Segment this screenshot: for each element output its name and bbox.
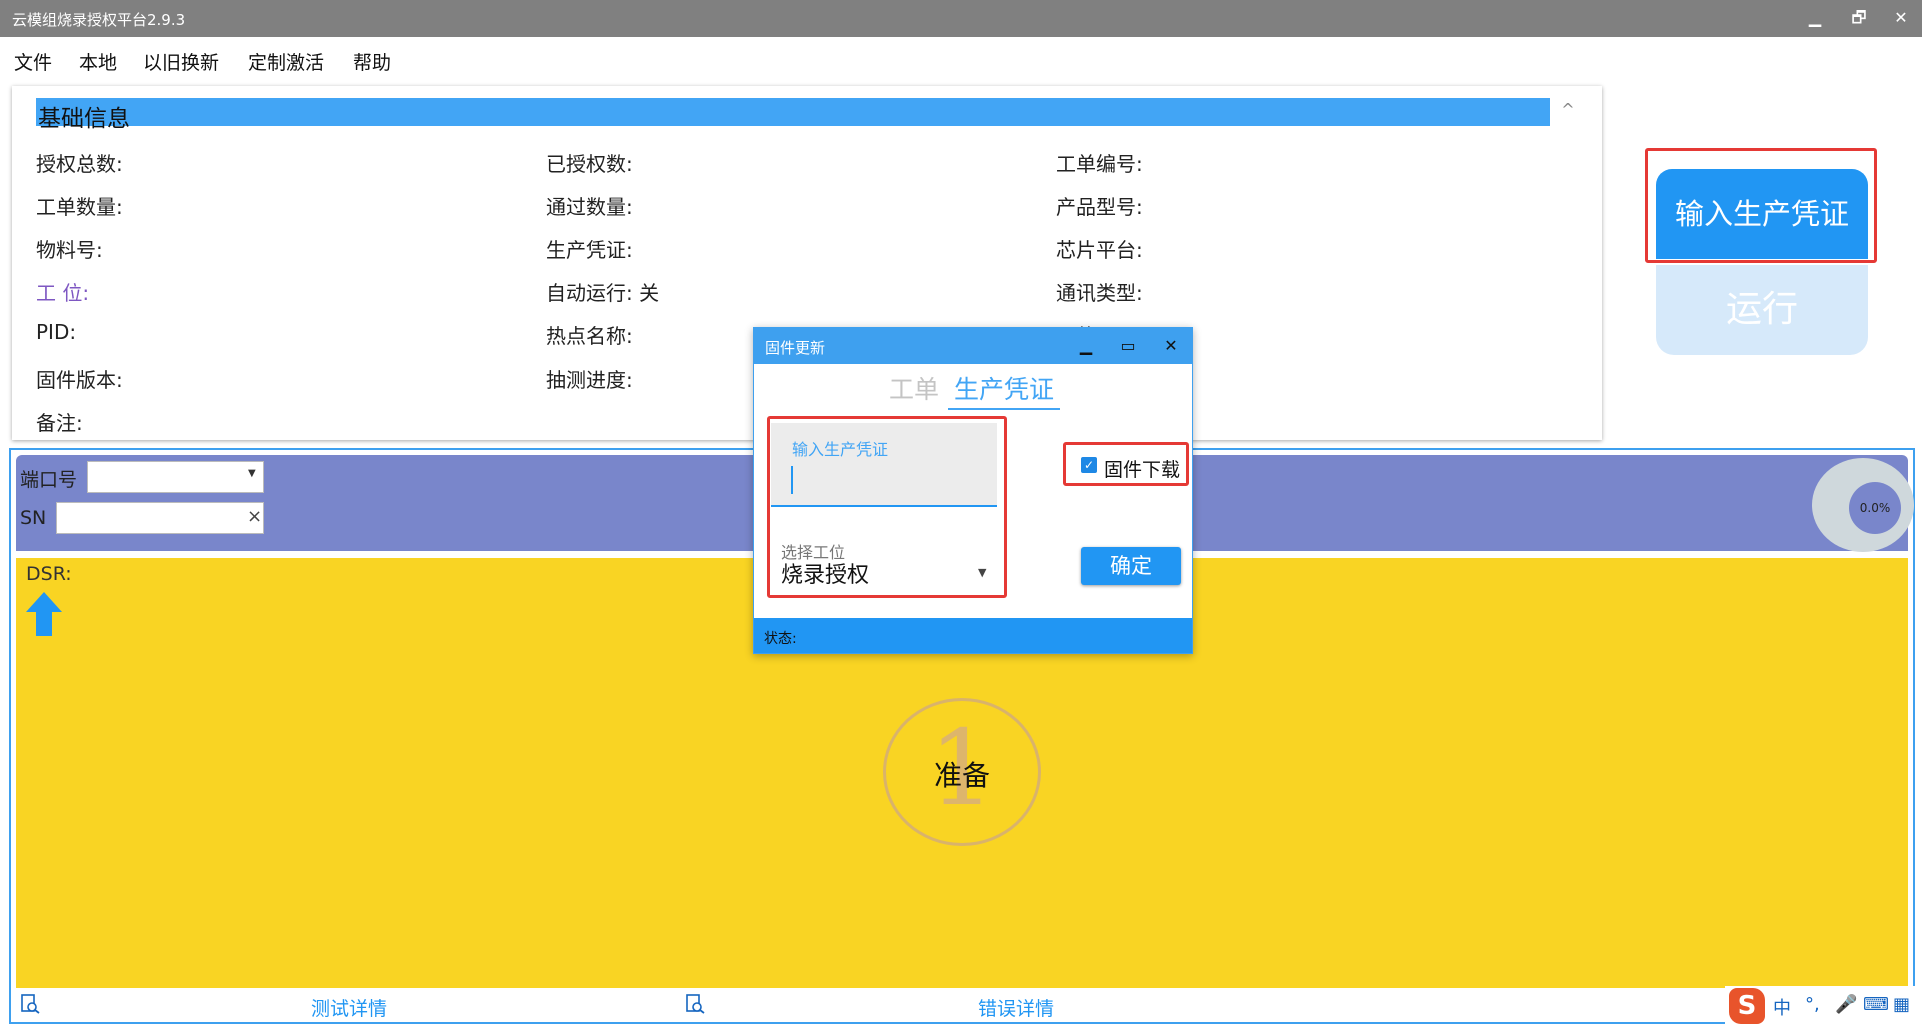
menu-local[interactable]: 本地 (79, 48, 117, 75)
dsr-label: DSR: (26, 563, 72, 585)
credential-input[interactable]: 输入生产凭证 (771, 423, 997, 507)
field-comm-type: 通讯类型: (1056, 281, 1143, 305)
menu-trade-in[interactable]: 以旧换新 (143, 48, 219, 75)
menu-help[interactable]: 帮助 (353, 48, 391, 75)
title-bar: 云模组烧录授权平台2.9.3 ▁ 🗗 ✕ (0, 0, 1922, 37)
credential-input-label: 输入生产凭证 (792, 440, 889, 459)
dropdown-arrow-icon: ▼ (248, 468, 256, 479)
document-search-icon[interactable] (685, 994, 705, 1014)
error-details-link[interactable]: 错误详情 (978, 994, 1054, 1021)
dropdown-arrow-icon: ▼ (978, 566, 987, 579)
sogou-logo-icon[interactable]: S (1729, 988, 1765, 1024)
dialog-title: 固件更新 (765, 339, 826, 357)
tab-work-order[interactable]: 工单 (889, 370, 939, 406)
field-order-number: 工单编号: (1056, 152, 1143, 176)
basic-info-title: 基础信息 (38, 106, 130, 132)
dialog-status-text: 状态: (764, 631, 797, 647)
keyboard-icon[interactable]: ⌨ (1863, 994, 1889, 1015)
dialog-title-bar: 固件更新 ▁ ▭ ✕ (754, 328, 1192, 364)
restore-button[interactable]: 🗗 (1844, 6, 1874, 30)
ime-punctuation-toggle[interactable]: °, (1805, 994, 1820, 1015)
field-station: 工 位: (36, 281, 90, 305)
field-order-qty: 工单数量: (36, 195, 123, 219)
step-label: 准备 (933, 759, 990, 792)
field-pass-count: 通过数量: (546, 195, 633, 219)
microphone-icon[interactable]: 🎤 (1835, 994, 1857, 1015)
run-button[interactable]: 运行 (1656, 265, 1868, 355)
ime-language-toggle[interactable]: 中 (1773, 994, 1791, 1020)
field-auto-run: 自动运行: 关 (546, 281, 660, 305)
text-caret (791, 466, 793, 494)
clear-icon[interactable]: × (247, 506, 262, 527)
progress-percent: 0.0% (1849, 482, 1901, 534)
close-button[interactable]: ✕ (1886, 6, 1916, 30)
document-search-icon[interactable] (20, 994, 40, 1014)
field-authorized-count: 已授权数: (546, 152, 633, 176)
step-indicator: 1 准备 (883, 698, 1041, 846)
test-details-link[interactable]: 测试详情 (311, 994, 387, 1021)
port-label: 端口号 (20, 469, 78, 491)
field-chip-platform: 芯片平台: (1056, 238, 1143, 262)
field-sampling-progress: 抽测进度: (546, 368, 633, 392)
field-firmware-version: 固件版本: (36, 368, 123, 392)
dialog-close-button[interactable]: ✕ (1157, 334, 1185, 358)
dialog-minimize-button[interactable]: ▁ (1072, 334, 1100, 358)
grid-menu-icon[interactable]: ▦ (1893, 994, 1910, 1015)
confirm-button[interactable]: 确定 (1081, 547, 1181, 585)
sn-label: SN (20, 507, 47, 529)
sn-input[interactable]: × (56, 502, 264, 534)
field-hotspot-name: 热点名称: (546, 324, 633, 348)
menu-file[interactable]: 文件 (14, 48, 52, 75)
field-production-credential: 生产凭证: (546, 238, 633, 262)
dialog-maximize-button[interactable]: ▭ (1114, 334, 1142, 358)
field-material-no: 物料号: (36, 238, 103, 262)
firmware-download-checkbox[interactable]: ✓ (1081, 457, 1097, 473)
ime-toolbar: S 中 °, 🎤 ⌨ ▦ (1725, 986, 1922, 1029)
station-value: 烧录授权 (781, 563, 870, 588)
firmware-update-dialog: 固件更新 ▁ ▭ ✕ 工单 生产凭证 输入生产凭证 选择工位 烧录授权 ▼ ✓ … (753, 327, 1193, 654)
dialog-status-bar: 状态: (754, 618, 1192, 653)
window-title: 云模组烧录授权平台2.9.3 (12, 11, 186, 29)
station-select[interactable]: 选择工位 烧录授权 ▼ (771, 529, 997, 588)
field-pid: PID: (36, 320, 77, 344)
collapse-chevron-icon[interactable]: ^ (1557, 100, 1579, 122)
field-auth-total: 授权总数: (36, 152, 123, 176)
menu-custom-activate[interactable]: 定制激活 (248, 48, 324, 75)
up-arrow-icon (26, 592, 62, 636)
input-credential-button[interactable]: 输入生产凭证 (1656, 169, 1868, 259)
port-select[interactable]: ▼ (87, 461, 264, 493)
menu-bar: 文件 本地 以旧换新 定制激活 帮助 (0, 37, 1922, 81)
field-product-model: 产品型号: (1056, 195, 1143, 219)
minimize-button[interactable]: ▁ (1800, 6, 1830, 30)
bottom-bar: 测试详情 错误详情 (16, 988, 1908, 1022)
tab-production-credential[interactable]: 生产凭证 (948, 370, 1061, 410)
basic-info-header: 基础信息 (36, 98, 1550, 132)
firmware-download-label: 固件下载 (1104, 459, 1181, 481)
field-remark: 备注: (36, 411, 83, 435)
